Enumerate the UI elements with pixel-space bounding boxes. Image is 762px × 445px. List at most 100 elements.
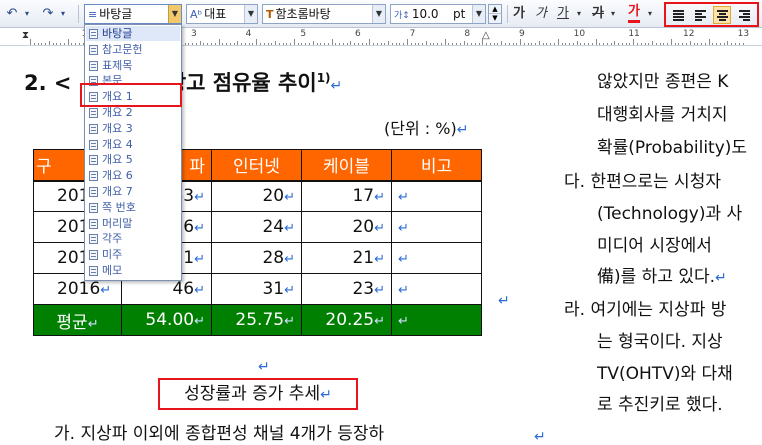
cable-cell[interactable]: 21↵ <box>301 242 392 274</box>
ruler-tick <box>708 39 710 45</box>
ruler-tick <box>56 43 58 45</box>
strike-dropdown-icon[interactable]: ▾ <box>608 4 618 24</box>
style-menu-item[interactable]: 참고문헌 <box>86 42 180 57</box>
undo-dropdown-icon[interactable]: ▾ <box>22 4 32 24</box>
bold-button[interactable]: 가 <box>513 4 525 24</box>
style-combo[interactable]: ≡ 바탕글 ▼ <box>84 4 182 24</box>
column-line[interactable]: TV(OHTV)와 다채 <box>597 359 733 384</box>
ruler-tick <box>652 41 654 45</box>
ruler-tick <box>37 43 39 45</box>
column-line[interactable]: 로 추진키로 했다. <box>597 390 723 415</box>
strikethrough-button[interactable]: 가 <box>592 4 604 24</box>
style-menu-item[interactable]: 바탕글 <box>86 26 180 41</box>
ruler-tick <box>48 41 50 45</box>
right-align-icon[interactable] <box>735 6 753 24</box>
ruler-tick <box>45 43 47 45</box>
column-line[interactable]: (Technology)과 사 <box>597 199 742 224</box>
column-line[interactable]: 대행회사를 거치지 <box>597 100 728 125</box>
internet-cell[interactable]: 31↵ <box>211 273 302 305</box>
style-menu-item[interactable]: 쪽 번호 <box>86 200 180 215</box>
paragraph-style-icon <box>89 187 98 197</box>
internet-cell[interactable]: 25.75↵ <box>211 304 302 336</box>
internet-cell[interactable]: 28↵ <box>211 242 302 274</box>
remarks-cell[interactable]: ↵ <box>391 304 482 336</box>
column-line[interactable]: 확률(Probability)도 <box>597 133 747 158</box>
header-cell-remarks[interactable]: 비고 <box>391 149 482 182</box>
column-line[interactable]: 미디어 시장에서 <box>597 231 712 256</box>
remarks-cell[interactable]: ↵ <box>391 242 482 274</box>
footnote-ref[interactable]: 1) <box>317 71 331 85</box>
column-line[interactable]: 는 형국이다. 지상 <box>597 327 723 352</box>
remarks-cell[interactable]: ↵ <box>391 211 482 243</box>
ruler-tick <box>403 43 405 45</box>
paragraph-mark: ↵ <box>284 283 295 298</box>
style-dropdown-menu[interactable]: 바탕글 참고문헌 표제목 본문 개요 1 개요 2 개요 3 개요 4 개요 5 개요 6 개요 7… <box>84 24 182 281</box>
underline-button[interactable]: 가 <box>557 4 569 24</box>
redo-dropdown-icon[interactable]: ▾ <box>58 4 68 24</box>
toolbar-divider <box>507 5 508 23</box>
internet-cell[interactable]: 20↵ <box>211 180 302 212</box>
ruler-tick <box>192 43 194 45</box>
cell-value: 17 <box>352 186 375 207</box>
style-menu-item[interactable]: 미주 <box>86 247 180 262</box>
redo-icon[interactable]: ↷ <box>40 4 56 24</box>
remarks-cell[interactable]: ↵ <box>391 180 482 212</box>
style-menu-item[interactable]: 개요 7 <box>86 184 180 199</box>
style-menu-item[interactable]: 메모 <box>86 263 180 278</box>
ruler-tick <box>595 39 597 45</box>
body-paragraph[interactable]: 가. 지상파 이외에 종합편성 채널 4개가 등장하 <box>54 419 384 444</box>
ruler-tick <box>644 43 646 45</box>
style-menu-item[interactable]: 개요 3 <box>86 121 180 136</box>
style-menu-item[interactable]: 개요 5 <box>86 152 180 167</box>
left-indent-marker-icon[interactable]: ⧗ <box>22 30 29 41</box>
spin-down-icon[interactable]: ▼ <box>489 14 501 23</box>
cable-cell[interactable]: 20.25↵ <box>301 304 392 336</box>
font-size-combo[interactable]: 가↕ 10.0 pt ▼ <box>390 4 486 24</box>
chevron-down-icon[interactable]: ▼ <box>372 5 385 23</box>
underline-dropdown-icon[interactable]: ▾ <box>574 4 584 24</box>
cable-cell[interactable]: 20↵ <box>301 211 392 243</box>
style-menu-item[interactable]: 머리말 <box>86 216 180 231</box>
section-heading[interactable]: 2. < 송광고 점유율 추이1)↵ <box>24 67 342 97</box>
font-combo[interactable]: T 함초롬바탕 ▼ <box>262 4 386 24</box>
ruler-tick <box>222 43 224 45</box>
cable-cell[interactable]: 23↵ <box>301 273 392 305</box>
style-menu-item[interactable]: 개요 4 <box>86 137 180 152</box>
ruler-tick <box>263 43 265 45</box>
ruler-tick <box>618 43 620 45</box>
font-color-button[interactable]: 가 <box>628 4 640 23</box>
terrestrial-cell[interactable]: 54.00↵ <box>121 304 212 336</box>
paragraph-mark: ↵ <box>194 283 205 298</box>
italic-button[interactable]: 가 <box>535 4 547 24</box>
cable-cell[interactable]: 17↵ <box>301 180 392 212</box>
style-menu-item[interactable]: 개요 6 <box>86 168 180 183</box>
chevron-down-icon[interactable]: ▼ <box>168 5 181 23</box>
style-menu-item[interactable]: 각주 <box>86 231 180 246</box>
ruler-tick <box>41 43 43 45</box>
header-cell-cable[interactable]: 케이블 <box>301 149 392 182</box>
ruler-tick <box>520 39 522 45</box>
spin-up-icon[interactable]: ▲ <box>489 5 501 14</box>
column-line[interactable]: 라. 여기에는 지상파 방 <box>564 295 726 320</box>
header-label: 케이블 <box>323 157 370 178</box>
header-cell-internet[interactable]: 인터넷 <box>211 149 302 182</box>
ruler-number: 3 <box>190 29 197 39</box>
style-menu-item[interactable]: 표제목 <box>86 58 180 73</box>
caption-text[interactable]: 성장률과 증가 추세↵ <box>158 378 358 410</box>
chevron-down-icon[interactable]: ▼ <box>244 5 257 23</box>
undo-icon[interactable]: ↶ <box>4 4 20 24</box>
language-combo[interactable]: Aᵇ 대표 ▼ <box>186 4 258 24</box>
average-label-cell[interactable]: 평균↵ <box>33 304 122 336</box>
column-line[interactable]: 않았지만 종편은 K <box>597 67 728 92</box>
style-menu-item[interactable]: 개요 2 <box>86 105 180 120</box>
internet-cell[interactable]: 24↵ <box>211 211 302 243</box>
column-line[interactable]: 備)를 하고 있다.↵ <box>597 262 727 287</box>
column-line[interactable]: 다. 한편으로는 시청자 <box>564 167 721 192</box>
center-align-icon[interactable] <box>713 6 731 24</box>
justify-align-icon[interactable] <box>669 6 687 24</box>
font-size-spinner[interactable]: ▲ ▼ <box>488 4 502 24</box>
font-color-dropdown-icon[interactable]: ▾ <box>645 4 655 24</box>
chevron-down-icon[interactable]: ▼ <box>472 5 485 23</box>
remarks-cell[interactable]: ↵ <box>391 273 482 305</box>
left-align-icon[interactable] <box>691 6 709 24</box>
